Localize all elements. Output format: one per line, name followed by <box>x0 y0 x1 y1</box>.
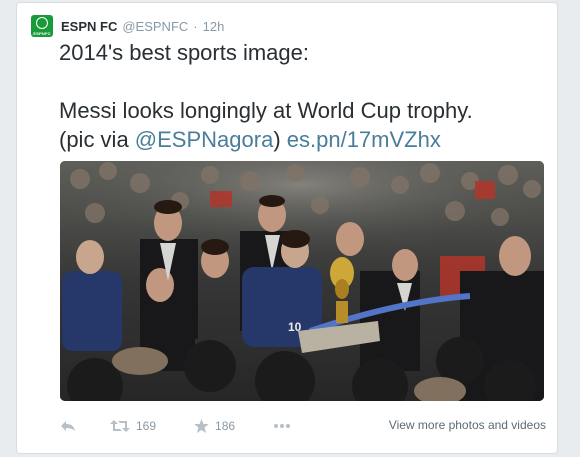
tweet-text-line-2: Messi looks longingly at World Cup troph… <box>59 98 473 123</box>
view-more-link[interactable]: View more photos and videos <box>389 418 546 432</box>
url-link[interactable]: es.pn/17mVZhx <box>287 127 441 152</box>
author-handle[interactable]: @ESPNFC <box>122 19 188 34</box>
tweet-text: 2014's best sports image: Messi looks lo… <box>59 38 549 154</box>
paren-close-text: ) <box>273 127 287 152</box>
avatar[interactable]: ESPNFC <box>31 15 53 37</box>
reply-icon <box>61 421 75 431</box>
tweet-actions: 169 186 View more photos and videos <box>60 415 546 437</box>
header-separator: · <box>193 18 198 34</box>
tweet-card: ESPNFC ESPN FC @ESPNFC · 12h 2014's best… <box>16 2 558 454</box>
pic-via-text: (pic via <box>59 127 135 152</box>
favorite-button[interactable]: 186 <box>194 419 235 433</box>
author-name[interactable]: ESPN FC <box>61 19 117 34</box>
soccer-ball-icon <box>36 17 48 29</box>
tweet-text-line-3: (pic via @ESPNagora) es.pn/17mVZhx <box>59 125 549 154</box>
retweet-icon <box>110 420 130 432</box>
tweet-text-line-1: 2014's best sports image: <box>59 40 310 65</box>
photo-image: 10 <box>60 161 544 401</box>
retweet-button[interactable]: 169 <box>110 419 156 433</box>
favorite-count: 186 <box>215 419 236 433</box>
tweet-timestamp[interactable]: 12h <box>203 19 225 34</box>
star-icon <box>194 419 209 433</box>
retweet-count: 169 <box>136 419 157 433</box>
mention-link[interactable]: @ESPNagora <box>135 127 274 152</box>
tweet-header: ESPNFC ESPN FC @ESPNFC · 12h <box>31 15 224 37</box>
more-button[interactable] <box>273 423 291 429</box>
reply-button[interactable] <box>60 420 76 432</box>
tweet-photo[interactable]: 10 <box>60 161 544 401</box>
avatar-text: ESPNFC <box>33 31 51 36</box>
more-dots-icon <box>274 424 291 428</box>
